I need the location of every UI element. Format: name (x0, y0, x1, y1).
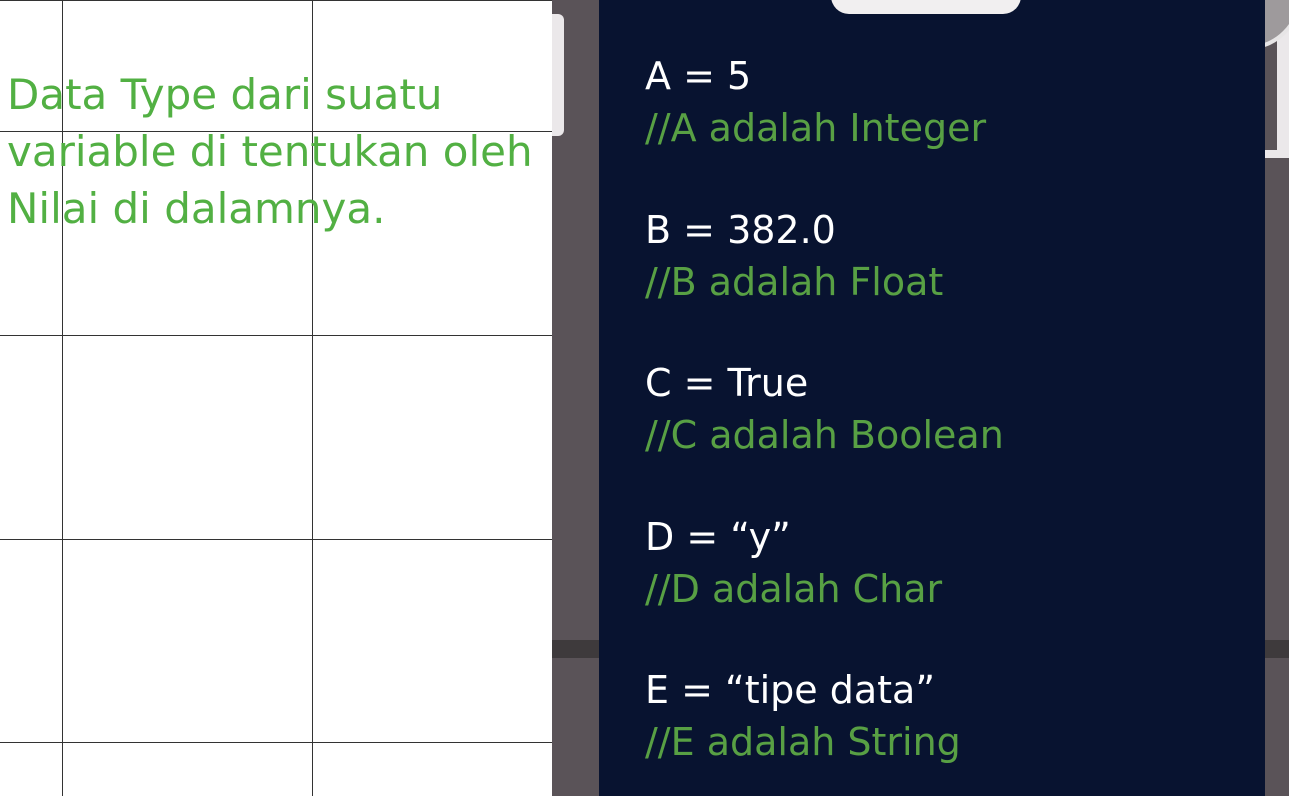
code-item: A = 5 //A adalah Integer (645, 50, 1004, 204)
code-statement: D = “y” (645, 514, 791, 559)
code-item: D = “y” //D adalah Char (645, 511, 1004, 665)
code-comment: //E adalah String (645, 720, 961, 764)
code-item: E = “tipe data” //E adalah String (645, 664, 1004, 796)
panel-top-tab (831, 0, 1021, 14)
frame-side-tab (552, 14, 564, 136)
code-comment: //D adalah Char (645, 566, 943, 611)
code-comment: //A adalah Integer (645, 106, 987, 150)
grid-line (0, 0, 552, 1)
code-statement: B = 382.0 (645, 207, 836, 252)
code-panel: A = 5 //A adalah Integer B = 382.0 //B a… (599, 0, 1265, 796)
code-comment: //B adalah Float (645, 259, 944, 304)
code-statement: A = 5 (645, 54, 752, 98)
frame-divider (552, 640, 599, 658)
frame-divider (1264, 640, 1289, 658)
grid-line (0, 335, 552, 336)
slide-canvas: Data Type dari suatu variable di tentuka… (0, 0, 1289, 796)
code-item: C = True //C adalah Boolean (645, 357, 1004, 511)
code-statement: E = “tipe data” (645, 668, 936, 712)
grid-canvas: Data Type dari suatu variable di tentuka… (0, 0, 552, 796)
intro-text: Data Type dari suatu variable di tentuka… (7, 70, 533, 233)
grid-line (0, 539, 552, 540)
code-comment: //C adalah Boolean (645, 413, 1004, 457)
code-item: B = 382.0 //B adalah Float (645, 204, 1004, 358)
code-statement: C = True (645, 361, 809, 405)
code-list: A = 5 //A adalah Integer B = 382.0 //B a… (645, 50, 1004, 796)
grid-line (0, 742, 552, 743)
